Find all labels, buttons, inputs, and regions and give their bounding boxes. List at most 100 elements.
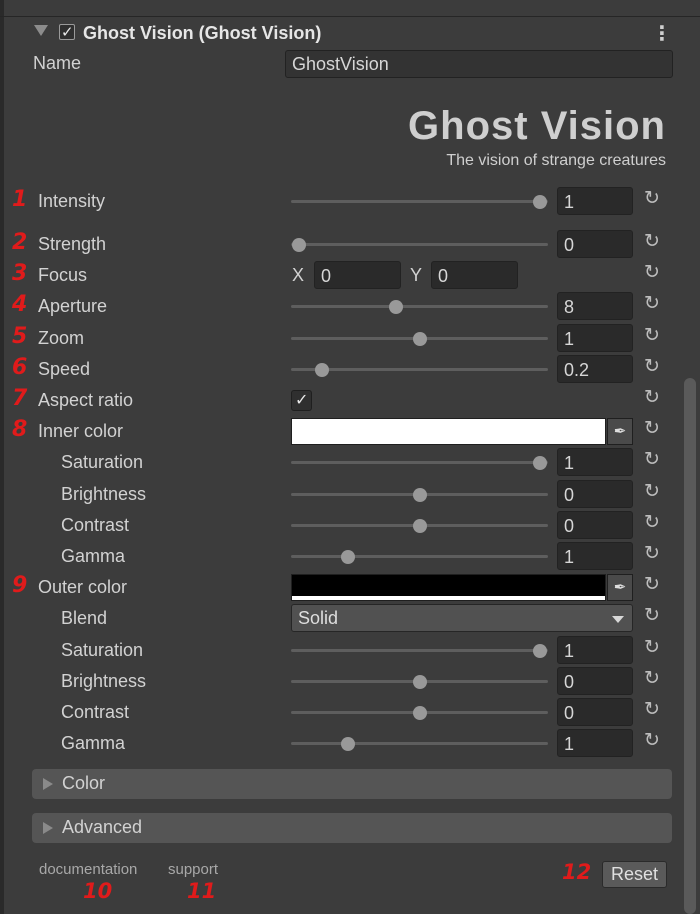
inner_saturation-slider-thumb[interactable] <box>533 456 548 470</box>
reset-button[interactable]: Reset <box>602 861 667 888</box>
zoom-value-field[interactable]: 1 <box>557 324 633 352</box>
reset-icon[interactable]: ↻ <box>644 606 662 625</box>
blend-value: Solid <box>298 608 339 628</box>
aperture-label: Aperture <box>38 296 108 316</box>
inner_brightness-label: Brightness <box>61 484 147 504</box>
outer_saturation-value-field[interactable]: 1 <box>557 636 633 664</box>
zoom-slider-track[interactable] <box>291 332 548 346</box>
outer_brightness-value-field[interactable]: 0 <box>557 667 633 695</box>
reset-icon[interactable]: ↻ <box>644 638 662 657</box>
outer_saturation-slider-thumb[interactable] <box>533 644 548 658</box>
annotation-number: 10 <box>83 879 113 903</box>
reset-icon[interactable]: ↻ <box>644 263 662 282</box>
reset-icon[interactable]: ↻ <box>644 482 662 501</box>
focus-label: Focus <box>38 265 88 285</box>
section-color[interactable]: Color <box>32 769 672 799</box>
outer_saturation-label: Saturation <box>61 640 144 660</box>
reset-icon[interactable]: ↻ <box>644 388 662 407</box>
scrollbar[interactable] <box>684 378 696 914</box>
inner_gamma-slider-thumb[interactable] <box>340 550 355 564</box>
support-link[interactable]: support <box>168 861 218 878</box>
reset-icon[interactable]: ↻ <box>644 294 662 313</box>
inner_brightness-slider-track[interactable] <box>291 488 548 502</box>
section-label: Color <box>62 773 106 793</box>
reset-icon[interactable]: ↻ <box>644 189 662 208</box>
inner_saturation-label: Saturation <box>61 452 144 472</box>
speed-value-field[interactable]: 0.2 <box>557 355 633 383</box>
outer_contrast-slider-track[interactable] <box>291 706 548 720</box>
inner_brightness-value-field[interactable]: 0 <box>557 480 633 508</box>
eyedropper-icon[interactable]: ✒ <box>607 418 633 445</box>
outer_gamma-value-field[interactable]: 1 <box>557 729 633 757</box>
outer_color-label: Outer color <box>38 577 128 597</box>
outer_brightness-slider-thumb[interactable] <box>412 675 427 689</box>
strength-slider-thumb[interactable] <box>291 238 306 252</box>
outer_color-swatch[interactable] <box>291 574 606 601</box>
aperture-slider-thumb[interactable] <box>389 300 404 314</box>
intensity-slider-thumb[interactable] <box>533 195 548 209</box>
annotation-number: 3 <box>12 261 28 286</box>
documentation-link[interactable]: documentation <box>39 861 137 878</box>
component-header[interactable]: ✓ Ghost Vision (Ghost Vision) ⋮ <box>0 19 684 47</box>
aspect-ratio-checkbox[interactable]: ✓ <box>291 390 312 411</box>
annotation-number: 1 <box>12 187 28 212</box>
section-advanced[interactable]: Advanced <box>32 813 672 843</box>
zoom-label: Zoom <box>38 328 85 348</box>
strength-value-field[interactable]: 0 <box>557 230 633 258</box>
reset-icon[interactable]: ↻ <box>644 700 662 719</box>
blend-label: Blend <box>61 608 108 628</box>
aspect-label: Aspect ratio <box>38 390 134 410</box>
aperture-value-field[interactable]: 8 <box>557 292 633 320</box>
reset-icon[interactable]: ↻ <box>644 326 662 345</box>
reset-icon[interactable]: ↻ <box>644 419 662 438</box>
aperture-slider-track[interactable] <box>291 300 548 314</box>
enabled-checkbox[interactable]: ✓ <box>59 23 75 41</box>
inner_saturation-value-field[interactable]: 1 <box>557 448 633 476</box>
name-input[interactable]: GhostVision <box>285 50 673 78</box>
inner_contrast-slider-thumb[interactable] <box>412 519 427 533</box>
reset-icon[interactable]: ↻ <box>644 731 662 750</box>
annotation-number: 6 <box>12 355 28 380</box>
chevron-down-icon <box>612 616 624 623</box>
reset-icon[interactable]: ↻ <box>644 575 662 594</box>
strength-label: Strength <box>38 234 107 254</box>
outer_gamma-slider-track[interactable] <box>291 737 548 751</box>
zoom-slider-thumb[interactable] <box>412 332 427 346</box>
intensity-value-field[interactable]: 1 <box>557 187 633 215</box>
reset-icon[interactable]: ↻ <box>644 232 662 251</box>
reset-icon[interactable]: ↻ <box>644 513 662 532</box>
outer_contrast-value-field[interactable]: 0 <box>557 698 633 726</box>
inner_gamma-slider-track[interactable] <box>291 550 548 564</box>
foldout-arrow-icon[interactable] <box>34 25 48 36</box>
annotation-number: 4 <box>12 292 28 317</box>
expand-arrow-icon <box>43 778 53 790</box>
kebab-icon[interactable]: ⋮ <box>652 21 672 45</box>
speed-slider-thumb[interactable] <box>314 363 329 377</box>
outer_gamma-slider-thumb[interactable] <box>340 737 355 751</box>
outer_contrast-slider-thumb[interactable] <box>412 706 427 720</box>
inner_brightness-slider-thumb[interactable] <box>412 488 427 502</box>
speed-label: Speed <box>38 359 91 379</box>
outer_contrast-label: Contrast <box>61 702 130 722</box>
eyedropper-icon[interactable]: ✒ <box>607 574 633 601</box>
inner_contrast-label: Contrast <box>61 515 130 535</box>
reset-icon[interactable]: ↻ <box>644 669 662 688</box>
focus-y-field[interactable]: 0 <box>431 261 518 289</box>
expand-arrow-icon <box>43 822 53 834</box>
inner_contrast-value-field[interactable]: 0 <box>557 511 633 539</box>
inner_contrast-slider-track[interactable] <box>291 519 548 533</box>
inner_gamma-value-field[interactable]: 1 <box>557 542 633 570</box>
outer_saturation-slider-track[interactable] <box>291 644 548 658</box>
speed-slider-track[interactable] <box>291 363 548 377</box>
reset-icon[interactable]: ↻ <box>644 544 662 563</box>
inner_color-swatch[interactable] <box>291 418 606 445</box>
intensity-slider-track[interactable] <box>291 195 548 209</box>
focus-x-field[interactable]: 0 <box>314 261 401 289</box>
reset-icon[interactable]: ↻ <box>644 450 662 469</box>
blend-dropdown[interactable]: Solid <box>291 604 633 632</box>
inner_saturation-slider-track[interactable] <box>291 456 548 470</box>
reset-icon[interactable]: ↻ <box>644 357 662 376</box>
outer_brightness-slider-track[interactable] <box>291 675 548 689</box>
strength-slider-track[interactable] <box>291 238 548 252</box>
component-title: Ghost Vision (Ghost Vision) <box>83 23 322 43</box>
